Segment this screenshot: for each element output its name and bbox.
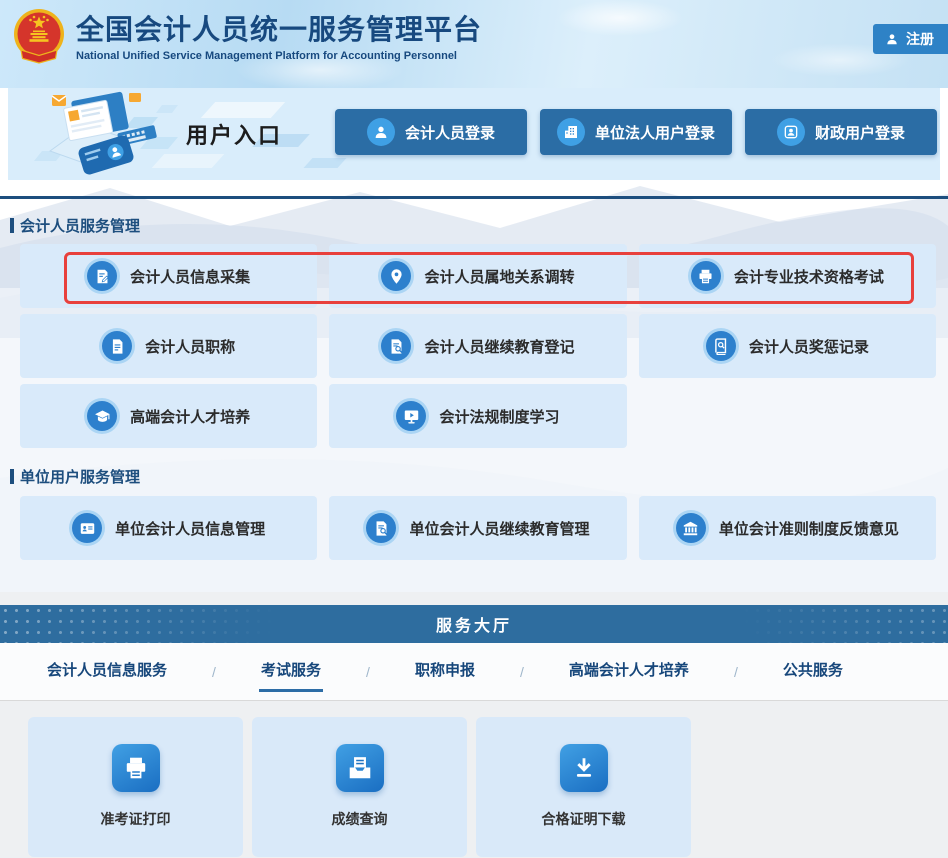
card-professional-title[interactable]: 会计人员职称 xyxy=(20,314,317,378)
section-title-text: 会计人员服务管理 xyxy=(20,215,140,236)
card-regulations-study[interactable]: 会计法规制度学习 xyxy=(329,384,626,448)
card-label: 成绩查询 xyxy=(332,809,388,829)
devices-illustration xyxy=(22,91,190,179)
download-icon xyxy=(560,744,608,792)
card-label: 单位会计人员信息管理 xyxy=(115,518,265,539)
card-unit-continuing-education[interactable]: 单位会计人员继续教育管理 xyxy=(329,496,626,560)
card-label: 会计人员职称 xyxy=(145,336,235,357)
card-label: 单位会计准则制度反馈意见 xyxy=(719,518,899,539)
card-admission-ticket-print[interactable]: 准考证打印 xyxy=(28,717,243,857)
header-divider xyxy=(0,196,948,199)
register-label: 注册 xyxy=(906,29,934,49)
card-continuing-education-registration[interactable]: 会计人员继续教育登记 xyxy=(329,314,626,378)
card-certificate-download[interactable]: 合格证明下载 xyxy=(476,717,691,857)
person-icon xyxy=(885,32,899,46)
tab-high-end-talent[interactable]: 高端会计人才培养 xyxy=(567,651,691,692)
service-hall-tabs: 会计人员信息服务 / 考试服务 / 职称申报 / 高端会计人才培养 / 公共服务 xyxy=(45,643,845,700)
person-badge-icon xyxy=(777,118,805,146)
tab-separator: / xyxy=(212,664,216,680)
tab-exam-service[interactable]: 考试服务 xyxy=(259,651,323,692)
card-label: 会计人员信息采集 xyxy=(130,266,250,287)
login-button-label: 单位法人用户登录 xyxy=(595,122,715,143)
site-header: 全国会计人员统一服务管理平台 National Unified Service … xyxy=(0,0,948,88)
card-label: 会计人员继续教育登记 xyxy=(424,336,574,357)
tab-public-service[interactable]: 公共服务 xyxy=(781,651,845,692)
book-search-icon xyxy=(706,331,736,361)
card-locality-transfer[interactable]: 会计人员属地关系调转 xyxy=(329,244,626,308)
doc-edit-icon xyxy=(87,261,117,291)
login-button-label: 财政用户登录 xyxy=(815,122,905,143)
accountant-login-button[interactable]: 会计人员登录 xyxy=(335,109,527,155)
card-score-query[interactable]: 成绩查询 xyxy=(252,717,467,857)
exam-service-cards: 准考证打印 成绩查询 合格证明下载 xyxy=(28,717,691,857)
page-subtitle: National Unified Service Management Plat… xyxy=(76,50,482,62)
section-title-unit-services: 单位用户服务管理 xyxy=(10,466,140,487)
card-label: 会计人员属地关系调转 xyxy=(424,266,574,287)
card-label: 高端会计人才培养 xyxy=(130,406,250,427)
title-bar-decoration xyxy=(10,218,14,233)
card-label: 会计专业技术资格考试 xyxy=(734,266,884,287)
card-label: 会计法规制度学习 xyxy=(439,406,559,427)
card-professional-qualification-exam[interactable]: 会计专业技术资格考试 xyxy=(639,244,936,308)
card-info-collection[interactable]: 会计人员信息采集 xyxy=(20,244,317,308)
finance-user-login-button[interactable]: 财政用户登录 xyxy=(745,109,937,155)
card-unit-personnel-info[interactable]: 单位会计人员信息管理 xyxy=(20,496,317,560)
card-unit-standards-feedback[interactable]: 单位会计准则制度反馈意见 xyxy=(639,496,936,560)
id-card-icon xyxy=(72,513,102,543)
card-high-end-talent-training[interactable]: 高端会计人才培养 xyxy=(20,384,317,448)
tab-separator: / xyxy=(734,664,738,680)
user-entry-title: 用户入口 xyxy=(186,118,282,150)
user-entry-band: 用户入口 会计人员登录 单位法人用户登录 财政用户登录 xyxy=(8,88,940,180)
section-title-text: 单位用户服务管理 xyxy=(20,466,140,487)
register-button[interactable]: 注册 xyxy=(873,24,948,54)
page-title: 全国会计人员统一服务管理平台 xyxy=(76,13,482,47)
monitor-play-icon xyxy=(396,401,426,431)
title-bar-decoration xyxy=(10,469,14,484)
tray-doc-icon xyxy=(336,744,384,792)
decor-shape xyxy=(303,158,346,168)
doc-search-icon xyxy=(366,513,396,543)
doc-icon xyxy=(102,331,132,361)
personal-services-grid: 会计人员信息采集 会计人员属地关系调转 会计专业技术资格考试 会计人员职称 会计… xyxy=(20,244,936,448)
printer-icon xyxy=(691,261,721,291)
national-emblem-icon xyxy=(9,6,69,66)
tab-personnel-info-service[interactable]: 会计人员信息服务 xyxy=(45,651,169,692)
service-hall-tabs-strip: 会计人员信息服务 / 考试服务 / 职称申报 / 高端会计人才培养 / 公共服务 xyxy=(0,643,948,701)
card-label: 准考证打印 xyxy=(101,809,171,829)
card-reward-punishment-record[interactable]: 会计人员奖惩记录 xyxy=(639,314,936,378)
service-hall-title: 服务大厅 xyxy=(436,612,512,636)
grad-cap-icon xyxy=(87,401,117,431)
card-label: 合格证明下载 xyxy=(542,809,626,829)
person-icon xyxy=(367,118,395,146)
tab-title-application[interactable]: 职称申报 xyxy=(413,651,477,692)
unit-services-grid: 单位会计人员信息管理 单位会计人员继续教育管理 单位会计准则制度反馈意见 xyxy=(20,496,936,560)
login-buttons: 会计人员登录 单位法人用户登录 财政用户登录 xyxy=(335,109,937,155)
building-icon xyxy=(557,118,585,146)
card-label: 单位会计人员继续教育管理 xyxy=(409,518,589,539)
section-title-personal-services: 会计人员服务管理 xyxy=(10,215,140,236)
login-button-label: 会计人员登录 xyxy=(405,122,495,143)
printer-icon xyxy=(112,744,160,792)
service-hall-banner: 服务大厅 xyxy=(0,605,948,643)
unit-legal-person-login-button[interactable]: 单位法人用户登录 xyxy=(540,109,732,155)
card-label: 会计人员奖惩记录 xyxy=(749,336,869,357)
bank-icon xyxy=(676,513,706,543)
tab-separator: / xyxy=(520,664,524,680)
site-title-block: 全国会计人员统一服务管理平台 National Unified Service … xyxy=(76,13,482,62)
location-pin-icon xyxy=(381,261,411,291)
doc-search-icon xyxy=(381,331,411,361)
decor-shape xyxy=(201,102,285,118)
accounting-platform-page: 全国会计人员统一服务管理平台 National Unified Service … xyxy=(0,0,948,858)
tab-separator: / xyxy=(366,664,370,680)
